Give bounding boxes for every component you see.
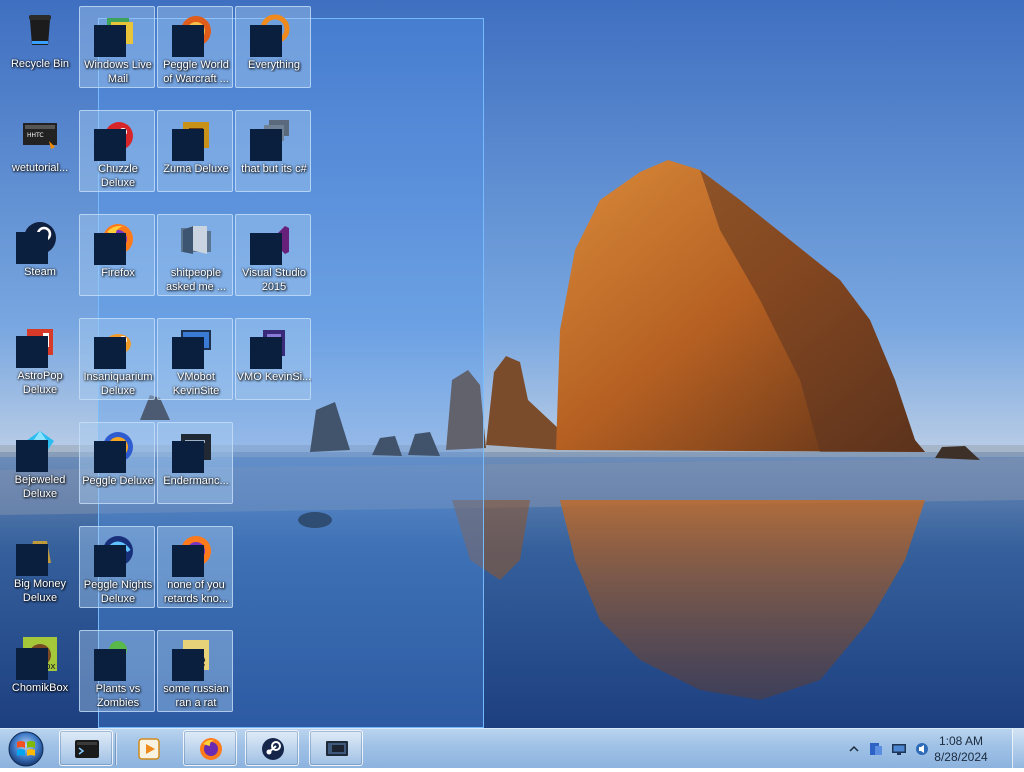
terminal-icon [73,735,101,763]
desktop-icon-everything[interactable]: Everything [235,6,311,88]
desktop-icon-bejeweled[interactable]: Bejeweled Deluxe [1,421,77,503]
taskbar-clock[interactable]: 1:08 AM 8/28/2024 [920,733,1002,765]
redaction-mask [172,545,204,577]
redaction-mask [94,545,126,577]
desktop-icon-label: Bejeweled Deluxe [14,474,66,500]
desktop-icon-label: Insaniquarium Deluxe [83,371,153,397]
redaction-mask [94,337,126,369]
taskbar-pinned-screen[interactable] [309,730,363,766]
windows-start-orb-icon [8,731,44,767]
desktop-icon-label: AstroPop Deluxe [17,370,63,396]
desktop-icon-wetutorial[interactable]: HHTC wetutorial... [1,109,77,191]
network-app-icon[interactable] [868,741,884,757]
desktop-icon-russian-rat[interactable]: esome russian ran a rat [157,630,233,712]
redaction-mask [94,25,126,57]
redaction-mask [172,129,204,161]
redaction-mask [250,233,282,265]
desktop-icon-label: Chuzzle Deluxe [98,163,138,189]
redaction-mask [172,441,204,473]
recycle-bin-icon [21,11,59,49]
screen-capture-icon [323,735,351,763]
desktop-icon-recycle-bin[interactable]: Recycle Bin [1,5,77,87]
desktop-icon-astropop[interactable]: AstroPop Deluxe [1,317,77,399]
desktop-icon-label: Endermanc... [163,475,229,487]
desktop-icon-insaniquarium[interactable]: Insaniquarium Deluxe [79,318,155,400]
desktop-icon-label: wetutorial... [11,162,69,174]
system-tray: 1:08 AM 8/28/2024 [840,729,1024,769]
show-hidden-icons-chevron-icon[interactable] [846,741,862,757]
desktop-icon-label: ChomikBox [11,682,69,694]
desktop-icon-chuzzle[interactable]: Chuzzle Deluxe [79,110,155,192]
desktop-icon-label: none of you retards kno... [163,579,229,605]
desktop-icon-label: VMO KevinSi... [236,371,312,383]
folder-icon [177,220,215,258]
desktop-icon-label: some russian ran a rat [163,683,229,709]
desktop-icon-vmobot[interactable]: VMobot KevinSite [157,318,233,400]
svg-text:HHTC: HHTC [27,132,44,139]
desktop-icon-label: shitpeople asked me ... [166,267,226,293]
redaction-mask [172,649,204,681]
redaction-mask [16,440,48,472]
desktop-icon-label: that but its c# [241,163,307,175]
desktop-icon-that-but-csharp[interactable]: that but its c# [235,110,311,192]
start-button[interactable] [4,730,48,768]
redaction-mask [250,337,282,369]
redaction-mask [94,129,126,161]
desktop-icon-label: Windows Live Mail [84,59,152,85]
redaction-mask [16,544,48,576]
desktop-icon-visual-studio[interactable]: Visual Studio 2015 [235,214,311,296]
desktop-icon-windows-live-mail[interactable]: Windows Live Mail [79,6,155,88]
desktop-icon-firefox[interactable]: Firefox [79,214,155,296]
taskbar-pinned-firefox[interactable] [183,730,237,766]
redaction-mask [172,337,204,369]
desktop-icon-vmo-kevinsite[interactable]: VMO KevinSi... [235,318,311,400]
desktop-icon-endermanch[interactable]: Endermanc... [157,422,233,504]
monitor-tray-icon[interactable] [891,741,907,757]
clock-time: 1:08 AM [938,734,984,748]
redaction-mask [172,25,204,57]
desktop-icon-label: Big Money Deluxe [14,578,66,604]
desktop-icon-peggle-nights[interactable]: Peggle Nights Deluxe [79,526,155,608]
clock-date: 8/28/2024 [934,750,988,764]
desktop-icon-zuma[interactable]: Zuma Deluxe [157,110,233,192]
desktop-icon-label: Peggle World of Warcraft ... [163,59,229,85]
redaction-mask [94,649,126,681]
desktop-icon-big-money[interactable]: Big Money Deluxe [1,525,77,607]
desktop-icon-shitpeople[interactable]: shitpeople asked me ... [157,214,233,296]
steam-icon [259,735,287,763]
firefox-icon [197,735,225,763]
desktop-icon-label: Plants vs Zombies [95,683,141,709]
redaction-mask [16,336,48,368]
desktop-icon-none-of-you[interactable]: none of you retards kno... [157,526,233,608]
desktop-icon-label: Recycle Bin [10,58,70,70]
desktop-icon-label: Zuma Deluxe [163,163,229,175]
desktop-icon-chomikbox[interactable]: ox ChomikBox [1,629,77,711]
redaction-mask [250,25,282,57]
taskbar-pinned-media-player[interactable] [121,730,175,766]
show-desktop-button[interactable] [1012,729,1024,769]
desktop-icon-label: Firefox [101,267,135,279]
redaction-mask [94,441,126,473]
desktop-icon-label: Everything [248,59,300,71]
redaction-mask [94,233,126,265]
redaction-mask [250,129,282,161]
redaction-mask [16,648,48,680]
taskbar-pinned-steam[interactable] [245,730,299,766]
desktop-icon-steam[interactable]: Steam [1,213,77,295]
taskbar: 1:08 AM 8/28/2024 [0,728,1024,769]
desktop-icon-label: Steam [24,266,56,278]
media-player-icon [135,735,163,763]
redaction-mask [16,232,48,264]
desktop-icon-peggle-wow[interactable]: Peggle World of Warcraft ... [157,6,233,88]
desktop-icon-label: Peggle Deluxe [82,475,154,487]
taskbar-separator [115,733,116,765]
desktop-icon-peggle-deluxe[interactable]: Peggle Deluxe [79,422,155,504]
video-file-icon: HHTC [21,115,59,153]
desktop-icon-label: Peggle Nights Deluxe [83,579,153,605]
taskbar-pinned-terminal[interactable] [59,730,113,766]
desktop[interactable]: Recycle Bin HHTC wetutorial... Steam AstroPo… [0,0,1024,728]
desktop-icon-label: VMobot KevinSite [172,371,220,397]
desktop-icon-label: Visual Studio 2015 [241,267,306,293]
desktop-icon-plants-vs-zombies[interactable]: Plants vs Zombies [79,630,155,712]
